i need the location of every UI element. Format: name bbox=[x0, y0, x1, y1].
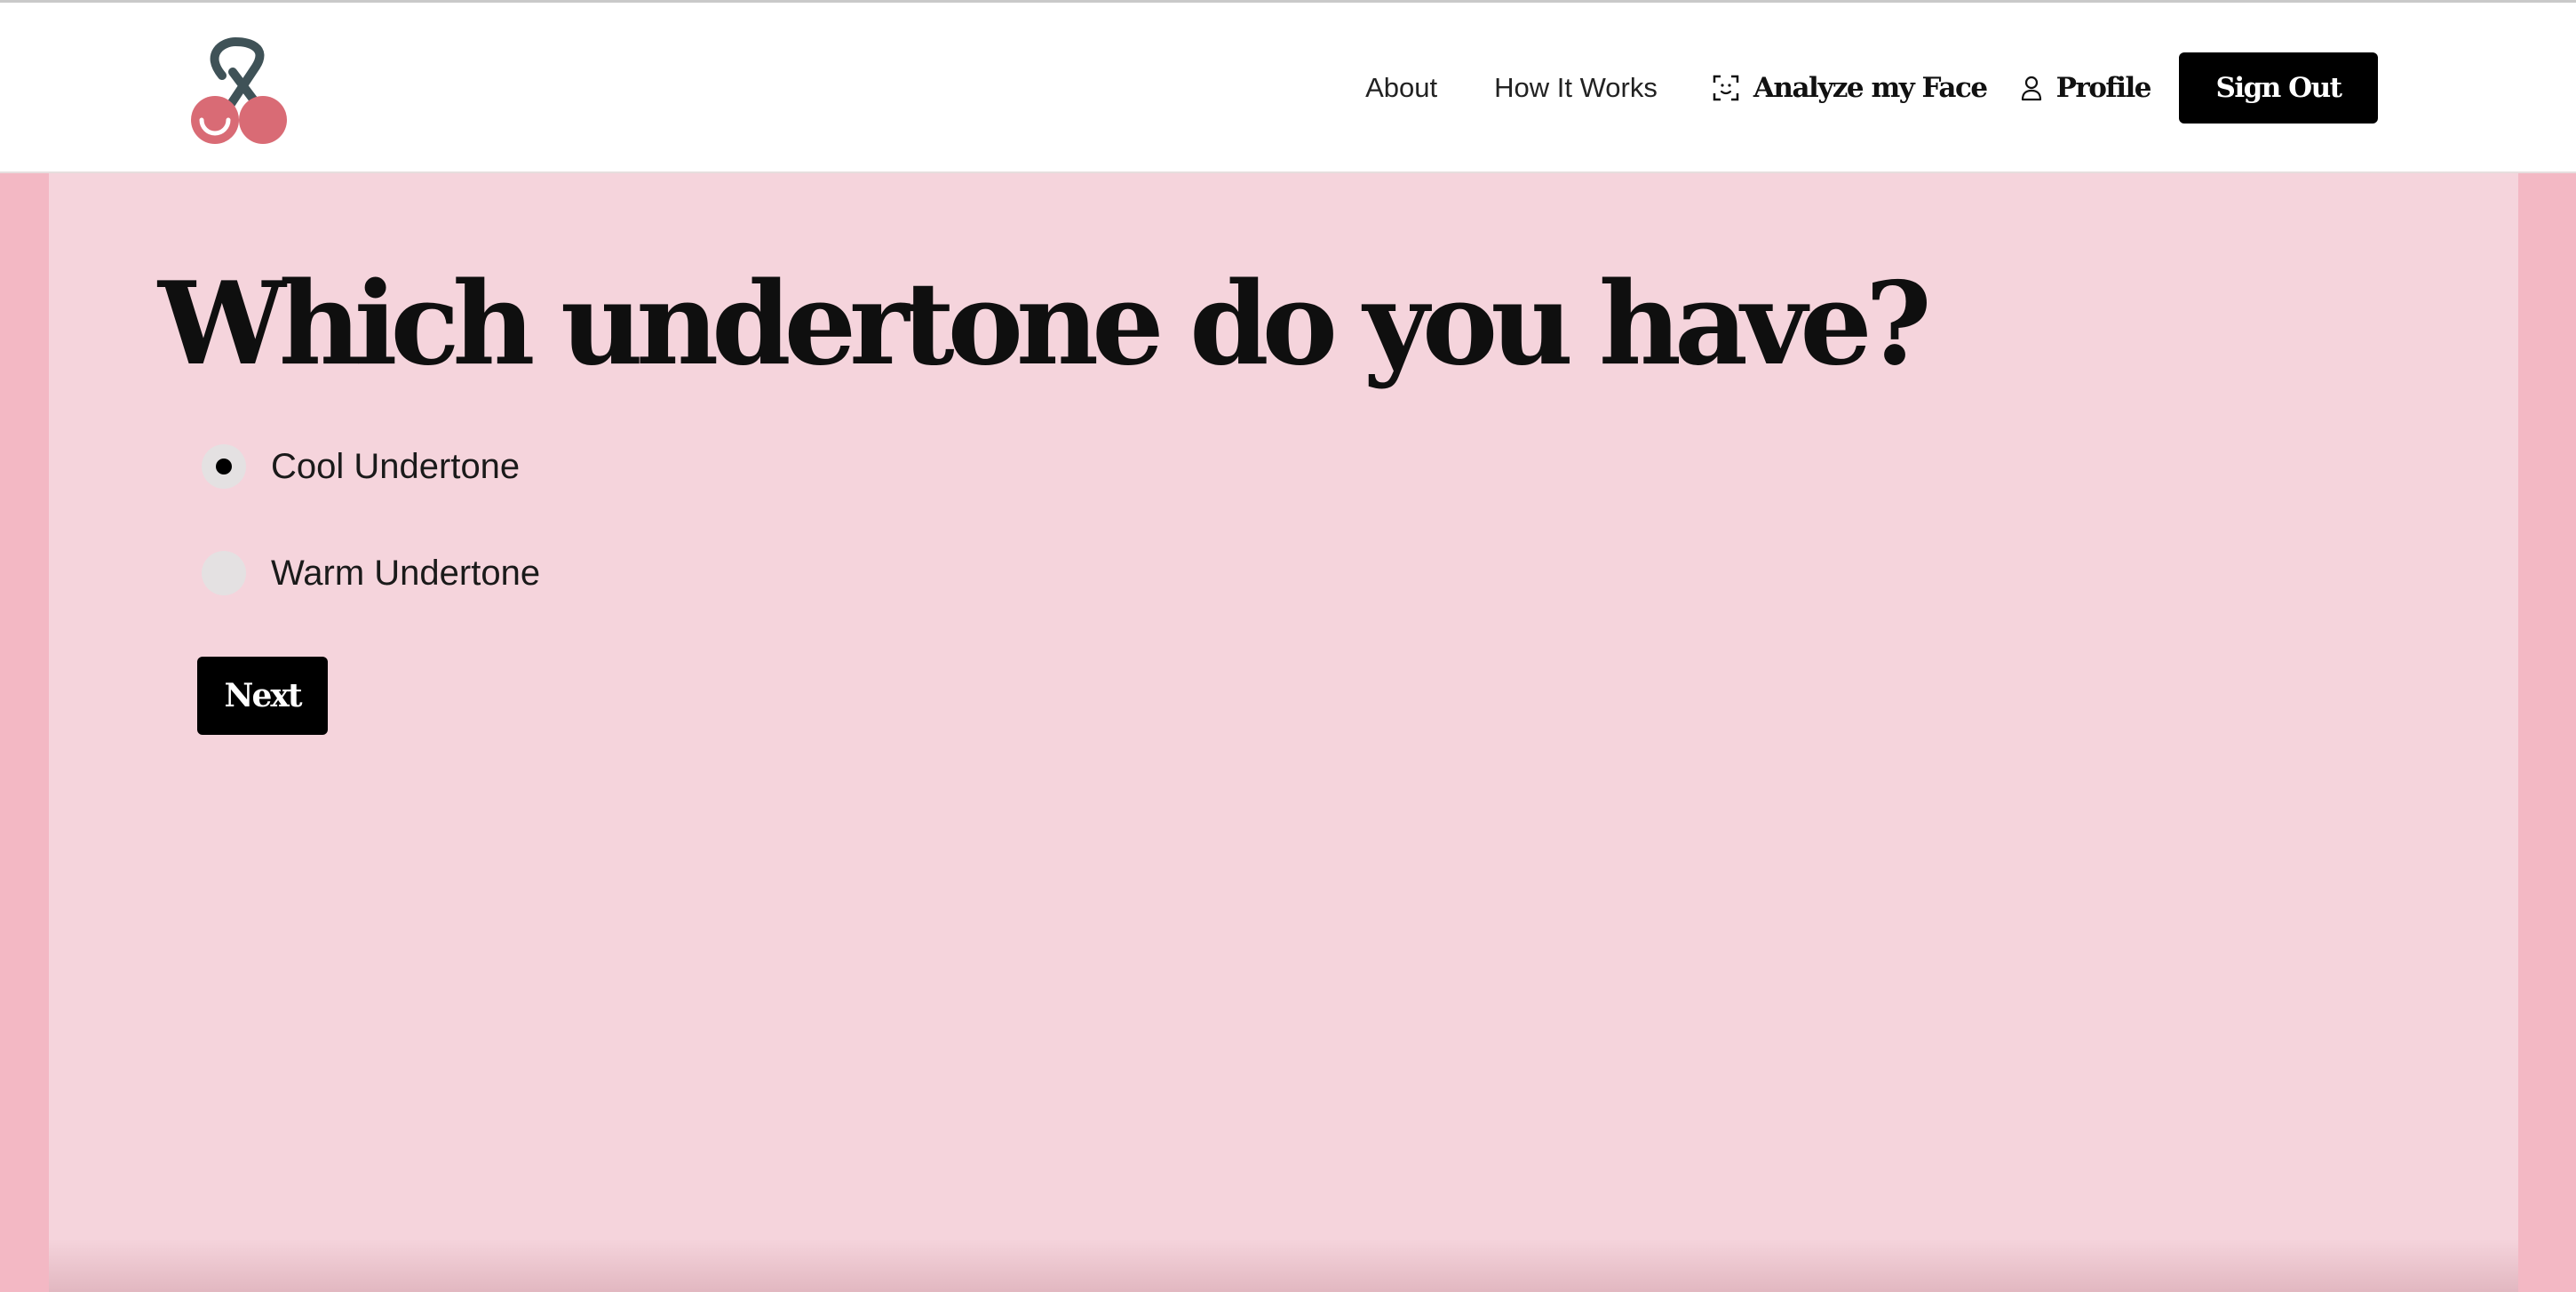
nav-analyze-link[interactable]: Analyze my Face bbox=[1713, 72, 1988, 104]
option-label: Cool Undertone bbox=[271, 446, 521, 486]
option-label: Warm Undertone bbox=[271, 553, 541, 593]
site-header: About How It Works Analyze my Face Profi… bbox=[0, 3, 2576, 173]
radio-button[interactable] bbox=[202, 551, 246, 595]
radio-button-selected[interactable] bbox=[202, 444, 246, 489]
nav-analyze-label: Analyze my Face bbox=[1753, 72, 1988, 104]
next-button[interactable]: Next bbox=[197, 657, 328, 735]
user-icon bbox=[2021, 75, 2042, 101]
panel-bottom-shadow bbox=[49, 1239, 2518, 1292]
face-scan-icon bbox=[1713, 75, 1739, 101]
main-nav: About How It Works Analyze my Face Profi… bbox=[1308, 52, 2378, 124]
radio-dot bbox=[216, 459, 232, 475]
nav-profile-link[interactable]: Profile bbox=[2021, 72, 2152, 104]
question-title: Which undertone do you have? bbox=[158, 258, 1932, 391]
nav-profile-label: Profile bbox=[2055, 72, 2152, 104]
nav-about-link[interactable]: About bbox=[1365, 72, 1437, 104]
cherry-logo-icon[interactable] bbox=[187, 36, 293, 148]
nav-how-it-works-link[interactable]: How It Works bbox=[1494, 72, 1658, 104]
sign-out-button[interactable]: Sign Out bbox=[2179, 52, 2378, 124]
quiz-panel: Which undertone do you have? Cool Undert… bbox=[49, 173, 2518, 1292]
option-cool-undertone[interactable]: Cool Undertone bbox=[202, 444, 520, 489]
option-warm-undertone[interactable]: Warm Undertone bbox=[202, 551, 540, 595]
